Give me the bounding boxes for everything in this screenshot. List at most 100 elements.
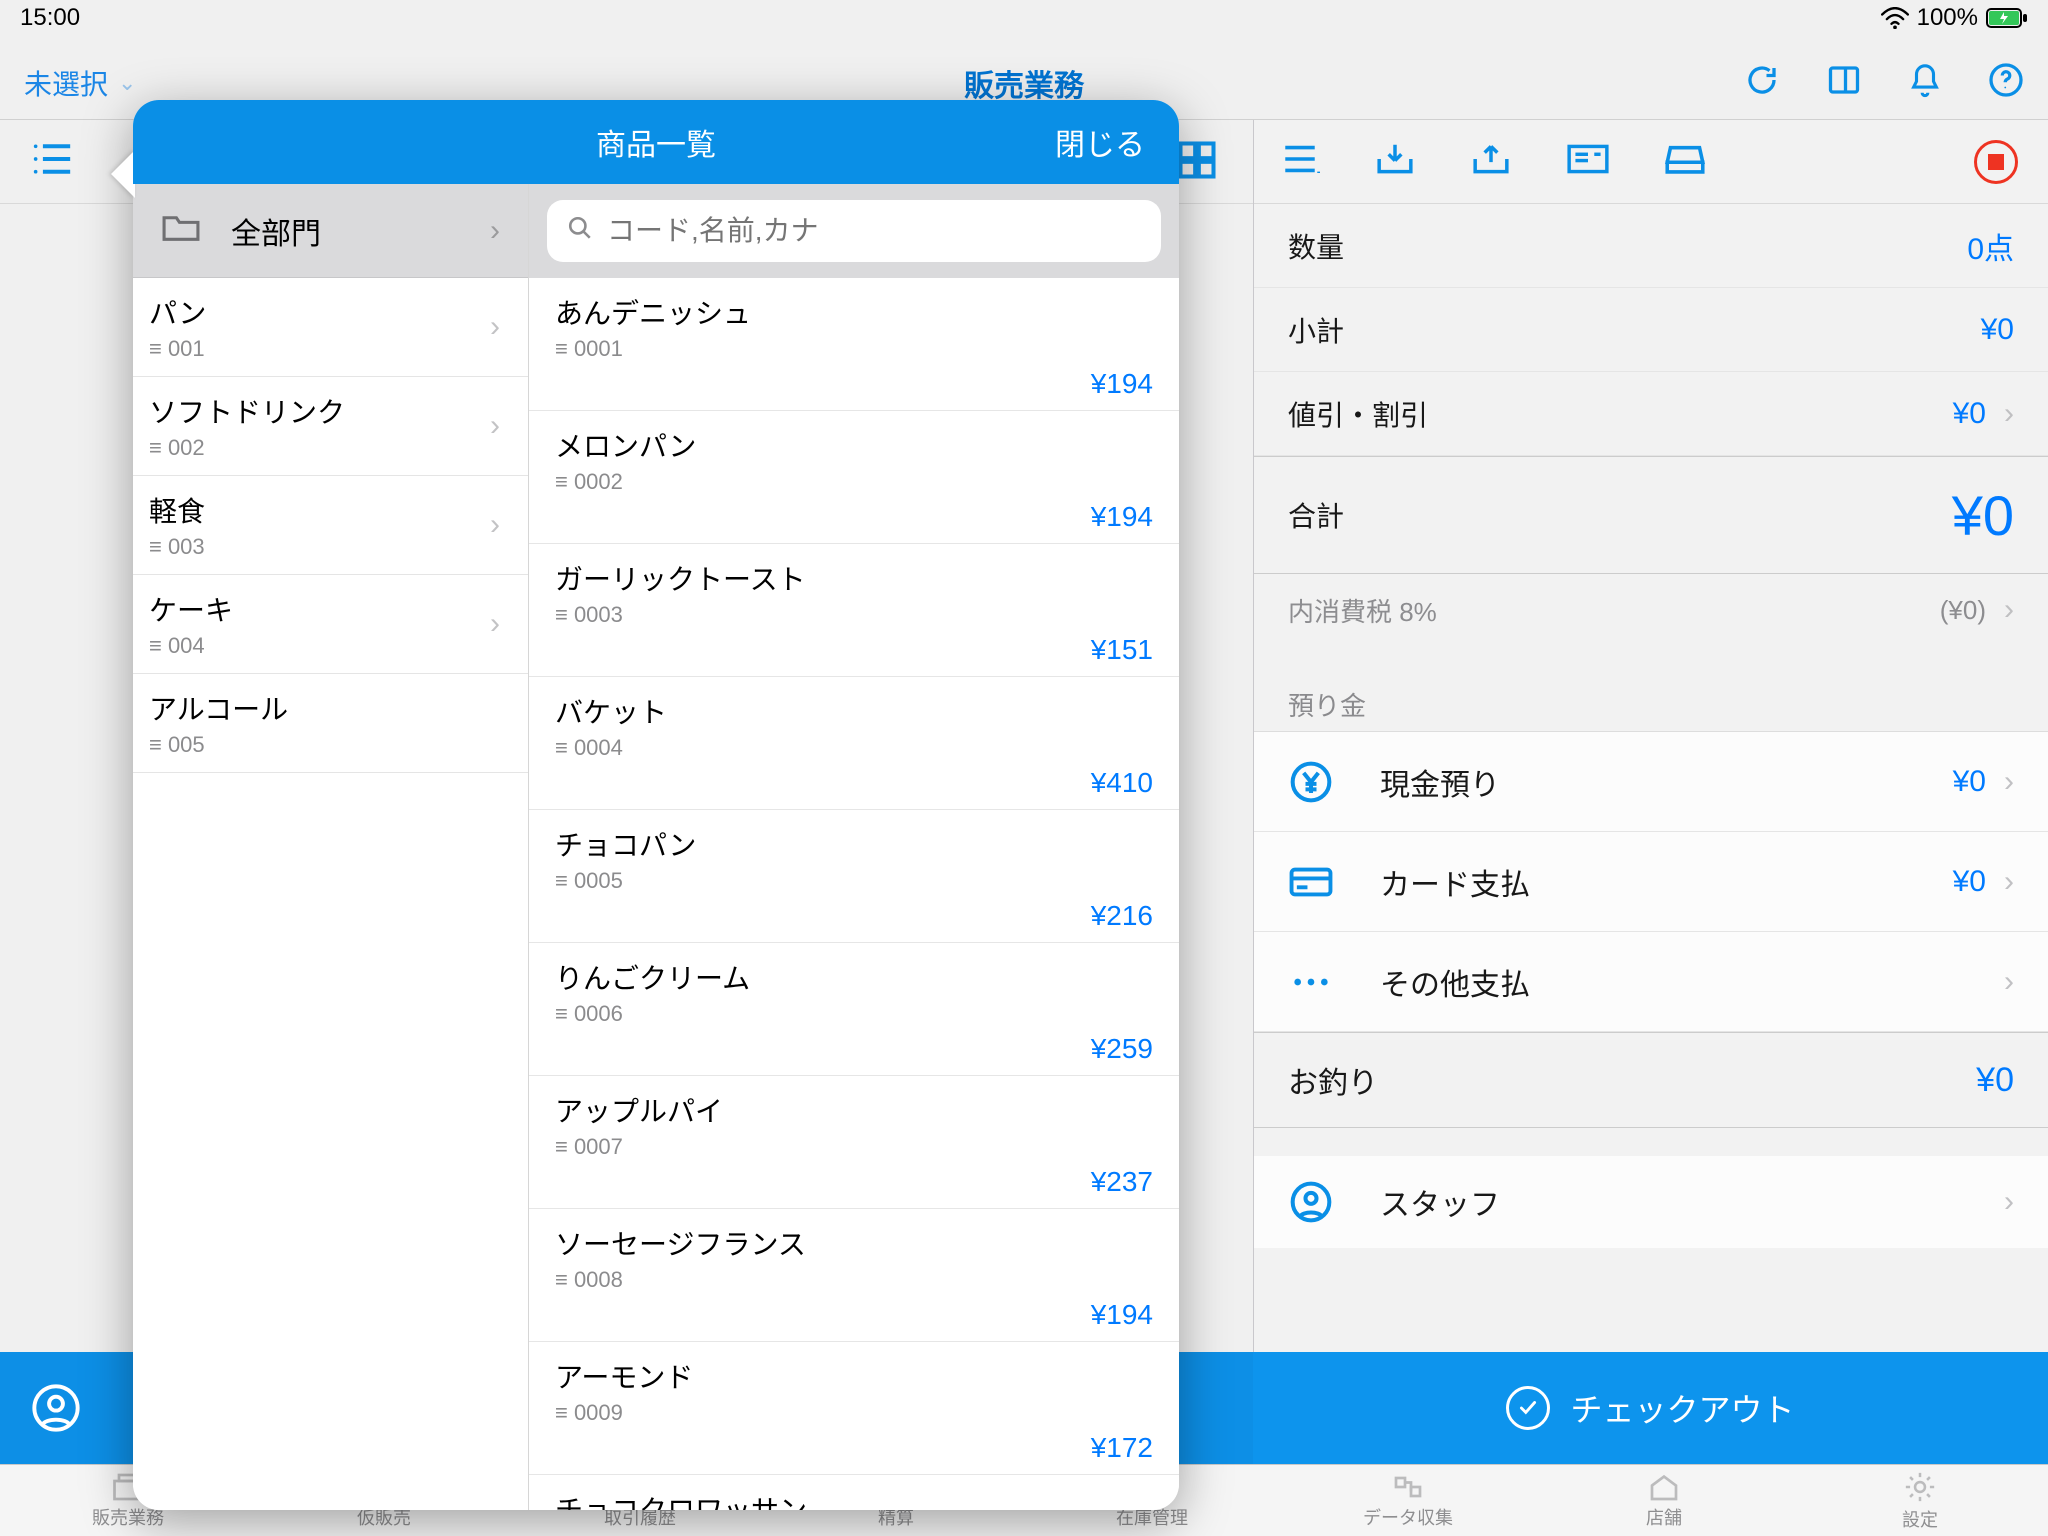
person-circle-icon <box>1288 1179 1334 1225</box>
product-item[interactable]: バケット≡ 0004¥410 <box>529 677 1179 810</box>
category-all[interactable]: 全部門 › <box>133 184 528 278</box>
product-search-input[interactable] <box>607 215 1141 247</box>
pay-card-row[interactable]: カード支払 ¥0 › <box>1254 832 2048 932</box>
product-price: ¥151 <box>555 634 1153 666</box>
popup-close-button[interactable]: 閉じる <box>1055 120 1145 164</box>
product-column: あんデニッシュ≡ 0001¥194メロンパン≡ 0002¥194ガーリックトース… <box>529 184 1179 1510</box>
list-icon[interactable] <box>30 139 74 184</box>
product-item[interactable]: チョコパン≡ 0005¥216 <box>529 810 1179 943</box>
category-name: 軽食 <box>149 490 205 530</box>
category-all-label: 全部門 <box>231 209 321 253</box>
change-label: お釣り <box>1288 1058 1378 1102</box>
pay-other-label: その他支払 <box>1380 960 1530 1004</box>
product-code: ≡ 0005 <box>555 868 1153 894</box>
grid-icon[interactable] <box>1175 138 1223 186</box>
credit-card-icon <box>1288 859 1334 905</box>
chevron-right-icon: › <box>2004 593 2014 627</box>
product-item[interactable]: アーモンド ≡ 0009 ¥172 <box>529 1342 1179 1475</box>
help-icon[interactable] <box>1988 62 2024 103</box>
product-code: ≡ 0001 <box>555 336 1153 362</box>
category-code: ≡ 003 <box>149 534 205 560</box>
product-name: アップルパイ <box>555 1090 1153 1130</box>
category-item[interactable]: ケーキ≡ 004› <box>133 575 528 674</box>
chevron-right-icon: › <box>2004 965 2014 999</box>
popup-header: 商品一覧 閉じる <box>133 100 1179 184</box>
receipt-icon[interactable] <box>1566 143 1610 180</box>
category-item[interactable]: パン≡ 001› <box>133 278 528 377</box>
row-discount[interactable]: 値引・割引 ¥0 › <box>1254 372 2048 456</box>
tab-store[interactable]: 店舗 <box>1536 1465 1792 1536</box>
folder-icon <box>161 211 201 251</box>
product-code: ≡ 0008 <box>555 1267 1153 1293</box>
svg-text:+: + <box>1316 163 1320 177</box>
category-code: ≡ 001 <box>149 336 206 362</box>
order-toolbar: + <box>1254 120 2048 204</box>
chevron-right-icon: › <box>2004 397 2014 431</box>
product-name: ソーセージフランス <box>555 1223 1153 1263</box>
drawer-icon[interactable] <box>1664 141 1706 182</box>
search-icon <box>567 215 593 248</box>
inbox-in-icon[interactable] <box>1374 140 1416 183</box>
check-circle-icon <box>1506 1386 1550 1430</box>
user-button[interactable] <box>0 1352 112 1464</box>
panel-split-icon[interactable] <box>1826 62 1862 103</box>
product-item[interactable]: あんデニッシュ ≡ 0001 ¥194 <box>529 278 1179 411</box>
sync-icon[interactable] <box>1744 62 1780 103</box>
inbox-out-icon[interactable] <box>1470 140 1512 183</box>
category-item[interactable]: 軽食≡ 003› <box>133 476 528 575</box>
chevron-right-icon: › <box>2004 1185 2014 1219</box>
tab-data[interactable]: データ収集 <box>1280 1465 1536 1536</box>
deposit-header: 預り金 <box>1254 646 2048 732</box>
product-popup: 商品一覧 閉じる 全部門 › パン≡ 001›ソフトドリンク≡ 002› 軽食 ≡ … <box>133 100 1179 1510</box>
product-price: ¥194 <box>555 368 1153 400</box>
chevron-right-icon: › <box>490 607 500 641</box>
discount-value: ¥0 <box>1953 397 1986 431</box>
product-item[interactable]: りんごクリーム≡ 0006¥259 <box>529 943 1179 1076</box>
product-name: チョコクロワッサン <box>555 1489 1153 1510</box>
row-quantity: 数量 0点 <box>1254 204 2048 288</box>
product-code: ≡ 0003 <box>555 602 1153 628</box>
category-item[interactable]: アルコール≡ 005 <box>133 674 528 773</box>
record-button[interactable] <box>1974 140 2018 184</box>
row-tax[interactable]: 内消費税 8% (¥0) › <box>1254 574 2048 646</box>
product-price: ¥410 <box>555 767 1153 799</box>
subtotal-label: 小計 <box>1288 310 1344 350</box>
product-list[interactable]: あんデニッシュ≡ 0001¥194メロンパン≡ 0002¥194ガーリックトース… <box>529 278 1179 1510</box>
pay-card-value: ¥0 <box>1953 865 1986 899</box>
product-name: アーモンド <box>555 1356 1153 1396</box>
row-total: 合計 ¥0 <box>1254 456 2048 574</box>
total-value: ¥0 <box>1952 483 2014 548</box>
bell-icon[interactable] <box>1908 61 1942 104</box>
product-item[interactable]: チョコクロワッサン≡ 0010¥151 <box>529 1475 1179 1510</box>
total-label: 合計 <box>1288 495 1344 535</box>
product-code: ≡ 0006 <box>555 1001 1153 1027</box>
row-staff[interactable]: スタッフ › <box>1254 1156 2048 1248</box>
pay-cash-value: ¥0 <box>1953 765 1986 799</box>
order-lines-icon[interactable]: + <box>1280 141 1320 182</box>
product-price: ¥259 <box>555 1033 1153 1065</box>
category-name: ソフトドリンク <box>149 391 345 431</box>
pay-other-row[interactable]: その他支払 › <box>1254 932 2048 1032</box>
product-item[interactable]: ガーリックトースト≡ 0003¥151 <box>529 544 1179 677</box>
status-time: 15:00 <box>20 4 80 32</box>
product-item[interactable]: メロンパン≡ 0002¥194 <box>529 411 1179 544</box>
pay-cash-label: 現金預り <box>1380 760 1500 804</box>
category-code: ≡ 004 <box>149 633 233 659</box>
product-search[interactable] <box>547 200 1161 262</box>
checkout-button[interactable]: チェックアウト <box>1253 1352 2048 1464</box>
pay-card-label: カード支払 <box>1380 860 1530 904</box>
product-name: バケット <box>555 691 1153 731</box>
pay-cash-row[interactable]: 現金預り ¥0 › <box>1254 732 2048 832</box>
product-item[interactable]: アップルパイ≡ 0007¥237 <box>529 1076 1179 1209</box>
product-code: ≡ 0009 <box>555 1400 1153 1426</box>
tab-settings[interactable]: 設定 <box>1792 1465 2048 1536</box>
status-bar: 15:00 100% <box>0 0 2048 36</box>
category-item[interactable]: ソフトドリンク≡ 002› <box>133 377 528 476</box>
battery-icon <box>1986 8 2028 28</box>
product-name: あんデニッシュ <box>555 292 1153 332</box>
page-title: 販売業務 <box>0 61 2048 105</box>
product-item[interactable]: ソーセージフランス≡ 0008¥194 <box>529 1209 1179 1342</box>
category-name: アルコール <box>149 688 288 728</box>
product-name: チョコパン <box>555 824 1153 864</box>
product-price: ¥172 <box>555 1432 1153 1464</box>
